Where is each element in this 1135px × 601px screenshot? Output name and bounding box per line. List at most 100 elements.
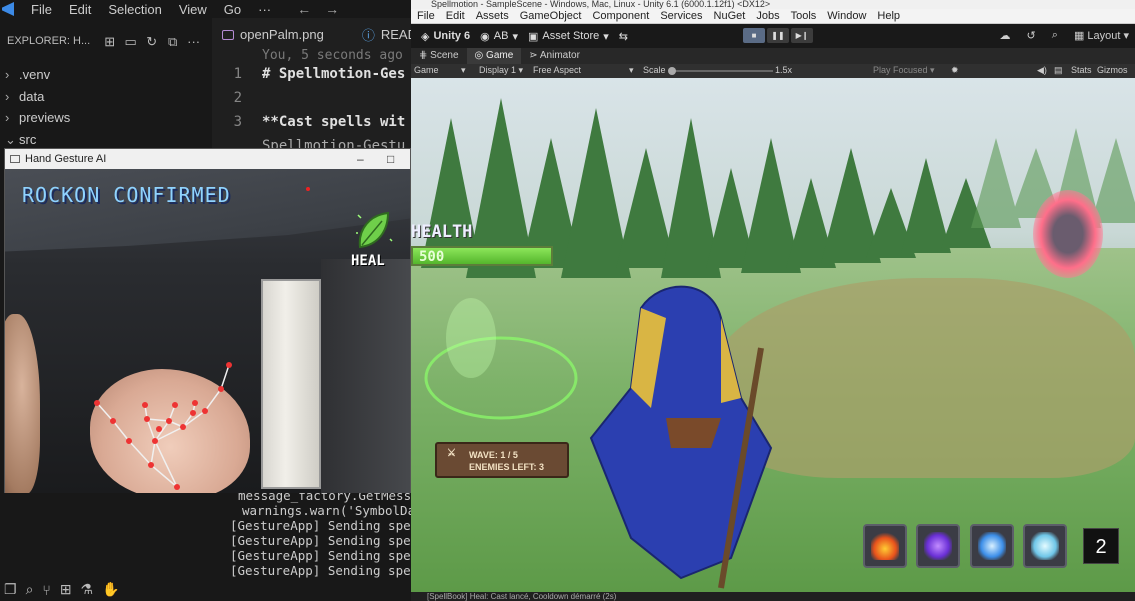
unity-menu-assets[interactable]: Assets	[476, 10, 509, 22]
unity-menu-nuget[interactable]: NuGet	[714, 10, 746, 22]
tab-openpalm[interactable]: openPalm.png	[212, 27, 334, 42]
collapse-all-icon[interactable]: ⧉	[165, 34, 180, 49]
code-line[interactable]: 2	[212, 90, 262, 114]
search-icon[interactable]: ⌕	[1052, 29, 1058, 42]
account-button[interactable]: ◈ Unity 6	[421, 30, 470, 43]
window-titlebar[interactable]: Hand Gesture AI – □	[5, 149, 410, 169]
code-line[interactable]: 3 **Cast spells wit	[212, 114, 406, 138]
unity-menu-component[interactable]: Component	[592, 10, 649, 22]
stop-button[interactable]: ■	[743, 28, 765, 43]
unity-menu-tools[interactable]: Tools	[791, 10, 817, 22]
menu-view[interactable]: View	[179, 2, 207, 17]
version-control-icon[interactable]: ⇆	[619, 30, 628, 43]
stats-button[interactable]: Stats	[1071, 65, 1092, 75]
menu-go[interactable]: Go	[224, 2, 241, 17]
spell-counter: 2	[1083, 528, 1119, 564]
history-icon[interactable]: ↺	[1027, 29, 1036, 42]
spell-slot-lightning[interactable]	[970, 524, 1014, 568]
aspect-label: Free Aspect	[533, 65, 582, 75]
unity-menubar: File Edit Assets GameObject Component Se…	[411, 9, 1135, 24]
tab-animator[interactable]: ⋗ Animator	[521, 48, 588, 64]
tab-label: Game	[486, 50, 514, 61]
scale-slider[interactable]	[669, 70, 773, 72]
wave-counter: WAVE: 1 / 5	[469, 450, 518, 460]
pause-button[interactable]: ❚❚	[767, 28, 789, 43]
hand-icon[interactable]: ✋	[102, 581, 119, 598]
maximize-icon[interactable]: □	[387, 152, 394, 166]
unity-menu-help[interactable]: Help	[877, 10, 900, 22]
play-focus-dropdown[interactable]: Play Focused ▾	[873, 65, 935, 76]
stats-icon[interactable]: ▤	[1054, 65, 1063, 76]
unity-menu-window[interactable]: Window	[827, 10, 866, 22]
menu-selection[interactable]: Selection	[108, 2, 161, 17]
mute-icon[interactable]: ◀)	[1037, 65, 1047, 76]
unity-menu-file[interactable]: File	[417, 10, 435, 22]
explorer-header: EXPLORER: H... ⊞ ▭ ↻ ⧉ ···	[0, 18, 212, 64]
extensions-icon[interactable]: ⊞	[60, 581, 72, 598]
back-arrow-icon[interactable]: ←	[297, 1, 311, 17]
game-mode-dropdown[interactable]: Game	[414, 65, 439, 75]
search-icon[interactable]: ⌕	[26, 581, 34, 598]
tab-game[interactable]: ◎ Game	[466, 48, 522, 64]
tree-item-label: data	[19, 88, 45, 104]
minimize-icon[interactable]: –	[357, 152, 364, 166]
menu-edit[interactable]: Edit	[69, 2, 91, 17]
unity-logo-icon: ◈	[421, 30, 430, 43]
tree-item-venv[interactable]: › .venv	[0, 64, 212, 86]
new-folder-icon[interactable]: ▭	[123, 34, 138, 49]
layout-label: Layout	[1087, 30, 1121, 42]
health-label: HEALTH	[411, 222, 473, 242]
enemies-left: ENEMIES LEFT: 3	[469, 462, 545, 472]
unity-menu-jobs[interactable]: Jobs	[756, 10, 779, 22]
asset-store-button[interactable]: ▣ Asset Store ▾	[528, 30, 609, 43]
unity-menu-edit[interactable]: Edit	[446, 10, 465, 22]
aspect-dropdown[interactable]: Free Aspect	[533, 65, 581, 75]
ab-dropdown[interactable]: ◉ AB ▾	[480, 30, 518, 43]
menu-more[interactable]: ···	[258, 2, 271, 17]
unity-editor: Spellmotion - SampleScene - Windows, Mac…	[411, 0, 1135, 601]
explorer-icon[interactable]: ❐	[4, 581, 17, 598]
health-value: 500	[419, 249, 445, 265]
forward-arrow-icon[interactable]: →	[325, 1, 339, 17]
game-viewport[interactable]: HEALTH 500 ⚔ WAVE: 1 / 5 ENEMIES LEFT: 3…	[411, 78, 1135, 592]
tree-item-src[interactable]: ⌄ src	[0, 129, 212, 151]
gizmos-button[interactable]: Gizmos	[1097, 65, 1128, 75]
layout-dropdown[interactable]: ▦ Layout ▾	[1074, 29, 1129, 42]
step-button[interactable]: ▶❙	[791, 28, 813, 43]
spell-slot-fire[interactable]	[863, 524, 907, 568]
refresh-icon[interactable]: ↻	[144, 34, 159, 49]
ab-label: AB	[493, 30, 509, 42]
wave-panel: ⚔ WAVE: 1 / 5 ENEMIES LEFT: 3	[435, 442, 569, 478]
tab-label: Animator	[539, 50, 580, 61]
chevron-down-icon: ▾	[512, 30, 518, 43]
source-control-icon[interactable]: ⑂	[42, 582, 50, 598]
toolbar-right: ☁ ↺ ⌕ ▦ Layout ▾	[1000, 29, 1129, 42]
tree-item-data[interactable]: › data	[0, 86, 212, 108]
explorer-title: EXPLORER: H...	[7, 35, 91, 47]
spell-slot-ice[interactable]	[1023, 524, 1067, 568]
display-dropdown[interactable]: Display 1 ▾	[479, 65, 523, 76]
hand-landmarks	[94, 362, 232, 490]
terminal-panel[interactable]: message_factory.GetMessage warnings.warn…	[212, 488, 434, 601]
tab-scene[interactable]: ⋕ Scene	[411, 48, 467, 64]
scale-slider-handle[interactable]	[668, 67, 676, 75]
chevron-down-icon: ▾	[603, 30, 609, 43]
scale-label: Scale	[643, 65, 666, 75]
bug-icon[interactable]: ✹	[951, 65, 959, 76]
wizard-player	[589, 285, 773, 589]
code-line[interactable]: 1 # Spellmotion-Ges	[212, 66, 406, 90]
new-file-icon[interactable]: ⊞	[102, 34, 117, 49]
unity-menu-gameobject[interactable]: GameObject	[520, 10, 582, 22]
terminal-line: [GestureApp] Sending spell	[230, 533, 426, 548]
tree-item-label: .venv	[19, 67, 51, 82]
more-actions-icon[interactable]: ···	[186, 34, 201, 49]
terminal-line: warnings.warn('SymbolData	[242, 503, 431, 518]
cloud-icon[interactable]: ☁	[1000, 29, 1011, 42]
unity-menu-services[interactable]: Services	[660, 10, 702, 22]
menu-file[interactable]: File	[31, 2, 52, 17]
testing-icon[interactable]: ⚗	[81, 581, 94, 598]
tree-item-label: src	[19, 131, 37, 147]
tree-item-previews[interactable]: › previews	[0, 107, 212, 129]
game-view-toolbar: Game ▾ Display 1 ▾ Free Aspect ▾ Scale 1…	[411, 64, 1135, 78]
spell-slot-arcane[interactable]	[916, 524, 960, 568]
